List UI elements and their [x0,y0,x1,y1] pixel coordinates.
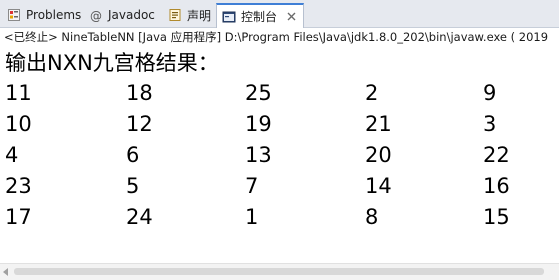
tab-problems[interactable]: Problems [2,3,87,27]
view-tab-bar: Problems @ Javadoc 声明 控制台 [0,0,559,28]
grid-cell: 13 [245,143,272,167]
grid-cell: 18 [126,81,153,105]
grid-row: 17 24 1 8 15 [5,202,555,233]
grid-cell: 21 [365,112,392,136]
grid-cell: 2 [365,81,379,105]
tab-label: 控制台 [241,10,278,24]
tab-label: 声明 [187,8,212,23]
grid-cell: 1 [245,205,259,229]
grid-row: 23 5 7 14 16 [5,171,555,202]
grid-row: 11 18 25 2 9 [5,78,555,109]
grid-cell: 23 [5,174,32,198]
problems-icon [6,7,22,23]
grid-cell: 11 [5,81,32,105]
grid-cell: 6 [126,143,140,167]
grid-cell: 14 [365,174,392,198]
grid-cell: 9 [483,81,497,105]
grid-cell: 8 [365,205,379,229]
scrollbar-thumb[interactable] [14,268,544,275]
console-output: 输出NXN九宫格结果： 11 18 25 2 9 10 12 19 21 3 4… [5,48,555,258]
grid-cell: 24 [126,205,153,229]
javadoc-icon: @ [88,7,104,23]
grid-cell: 12 [126,112,153,136]
grid-cell: 25 [245,81,272,105]
tab-label: Javadoc [108,8,155,22]
grid-cell: 4 [5,143,19,167]
grid-row: 10 12 19 21 3 [5,109,555,140]
tab-console[interactable]: 控制台 [216,3,305,28]
grid-row: 4 6 13 20 22 [5,140,555,171]
grid-cell: 17 [5,205,32,229]
grid-cell: 3 [483,112,497,136]
grid-cell: 22 [483,143,510,167]
svg-text:@: @ [90,9,102,22]
console-view: Problems @ Javadoc 声明 控制台 <已终止> NineTabl… [0,0,559,280]
grid-cell: 15 [483,205,510,229]
grid-cell: 7 [245,174,259,198]
grid-cell: 16 [483,174,510,198]
console-status-line: <已终止> NineTableNN [Java 应用程序] D:\Program… [4,30,549,44]
output-heading: 输出NXN九宫格结果： [5,51,219,75]
declaration-icon [167,7,183,23]
horizontal-scrollbar[interactable] [0,263,559,280]
tab-javadoc[interactable]: @ Javadoc [84,3,161,27]
tab-declaration[interactable]: 声明 [163,3,217,27]
grid-cell: 19 [245,112,272,136]
grid-cell: 20 [365,143,392,167]
grid-cell: 5 [126,174,140,198]
tab-label: Problems [26,8,82,22]
scroll-left-arrow-icon[interactable] [3,268,8,276]
console-icon [221,9,237,25]
grid-cell: 10 [5,112,32,136]
close-icon[interactable] [285,11,297,23]
